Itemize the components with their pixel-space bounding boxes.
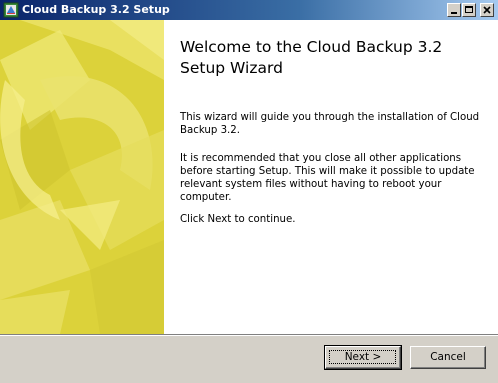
- welcome-panel: Welcome to the Cloud Backup 3.2 Setup Wi…: [164, 20, 498, 334]
- window-title: Cloud Backup 3.2 Setup: [22, 3, 170, 16]
- title-bar[interactable]: Cloud Backup 3.2 Setup: [0, 0, 498, 20]
- recommendation-text: It is recommended that you close all oth…: [180, 153, 475, 203]
- maximize-button[interactable]: [462, 3, 476, 17]
- minimize-icon: [451, 12, 457, 14]
- banner-artwork: [0, 20, 164, 334]
- installer-icon: [3, 2, 19, 18]
- close-icon: [483, 6, 491, 14]
- next-button[interactable]: Next >: [324, 345, 402, 370]
- setup-window: Cloud Backup 3.2 Setup Welcome to the Cl…: [0, 0, 498, 383]
- page-title: Welcome to the Cloud Backup 3.2 Setup Wi…: [180, 38, 443, 77]
- continue-instruction: Click Next to continue.: [180, 214, 296, 225]
- wizard-banner: [0, 20, 164, 334]
- minimize-button[interactable]: [447, 3, 461, 17]
- footer-divider: [0, 334, 498, 336]
- maximize-icon: [465, 6, 473, 13]
- next-button-label: Next >: [344, 351, 382, 363]
- cancel-button[interactable]: Cancel: [410, 346, 486, 369]
- close-button[interactable]: [480, 3, 494, 17]
- cancel-button-label: Cancel: [430, 351, 466, 363]
- intro-text: This wizard will guide you through the i…: [180, 112, 480, 136]
